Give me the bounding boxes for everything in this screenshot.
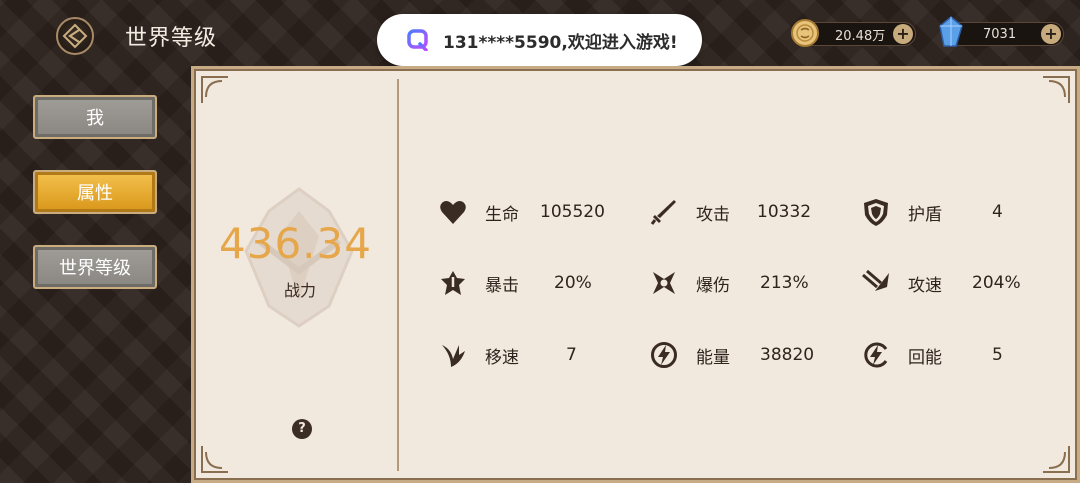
gem-crystal-icon — [939, 16, 963, 47]
stat-attack: 攻击 10332 — [649, 197, 811, 227]
stat-attack-speed: 攻速 204% — [861, 268, 1021, 298]
add-gold-button[interactable]: + — [893, 24, 913, 44]
stat-crit-damage: 爆伤 213% — [649, 268, 809, 298]
crit-damage-icon — [649, 268, 679, 298]
toast-message: 131****5590,欢迎进入游戏! — [443, 32, 678, 53]
stat-energy: 能量 38820 — [649, 340, 814, 370]
sidebar-item-label: 世界等级 — [59, 258, 131, 279]
stat-label: 护盾 — [908, 204, 942, 225]
stat-value: 213% — [760, 273, 809, 293]
corner-ornament-icon — [1043, 446, 1070, 473]
stat-shield: 护盾 4 — [861, 197, 1003, 227]
stat-value: 4 — [992, 202, 1003, 222]
gold-amount: 20.48万 — [835, 28, 886, 44]
stat-value: 38820 — [760, 345, 815, 365]
stat-label: 暴击 — [485, 275, 519, 296]
combat-power-value: 436.34 — [219, 219, 372, 268]
stat-label: 能量 — [696, 347, 730, 368]
energy-icon — [649, 340, 679, 370]
stat-energy-regen: 回能 5 — [861, 340, 1003, 370]
stat-value: 105520 — [540, 202, 605, 222]
stat-value: 204% — [972, 273, 1021, 293]
stat-crit: 暴击 20% — [438, 268, 592, 298]
sidebar-item-me[interactable]: 我 — [33, 95, 157, 139]
back-button[interactable] — [56, 17, 94, 55]
stat-label: 移速 — [485, 347, 519, 368]
corner-ornament-icon — [201, 446, 228, 473]
gem-counter: 7031 + — [948, 22, 1064, 46]
combat-power-label: 战力 — [283, 281, 316, 300]
shield-icon — [861, 197, 891, 227]
energy-regen-icon — [861, 340, 891, 370]
stat-label: 爆伤 — [696, 275, 730, 296]
gold-coin-icon — [791, 19, 819, 47]
sidebar-item-attributes[interactable]: 属性 — [33, 170, 157, 214]
back-emblem-icon — [62, 23, 88, 49]
help-button[interactable]: ? — [292, 419, 312, 439]
gem-amount: 7031 — [983, 26, 1017, 42]
stat-move-speed: 移速 7 — [438, 340, 577, 370]
stat-label: 生命 — [485, 204, 519, 225]
sidebar-item-label: 属性 — [77, 183, 113, 204]
crit-icon — [438, 268, 468, 298]
stat-label: 攻速 — [908, 275, 942, 296]
q-logo-icon — [407, 29, 428, 51]
corner-ornament-icon — [201, 76, 228, 103]
sidebar-item-label: 我 — [86, 108, 104, 129]
stat-value: 7 — [566, 345, 577, 365]
stat-label: 攻击 — [696, 204, 730, 225]
attack-speed-icon — [861, 268, 891, 298]
sword-icon — [649, 197, 679, 227]
wing-icon — [438, 340, 468, 370]
sidebar-item-world-level[interactable]: 世界等级 — [33, 245, 157, 289]
stat-value: 10332 — [757, 202, 812, 222]
stat-label: 回能 — [908, 347, 942, 368]
corner-ornament-icon — [1043, 76, 1070, 103]
heart-icon — [438, 197, 468, 227]
stat-value: 20% — [554, 273, 592, 293]
add-gem-button[interactable]: + — [1041, 24, 1061, 44]
panel-divider — [397, 79, 399, 471]
stat-value: 5 — [992, 345, 1003, 365]
welcome-toast: 131****5590,欢迎进入游戏! — [377, 14, 702, 66]
page-title: 世界等级 — [125, 26, 218, 51]
attributes-panel: 436.34 战力 ? 生命 105520 攻击 10332 护盾 4 暴击 2… — [191, 66, 1080, 483]
stat-hp: 生命 105520 — [438, 197, 605, 227]
